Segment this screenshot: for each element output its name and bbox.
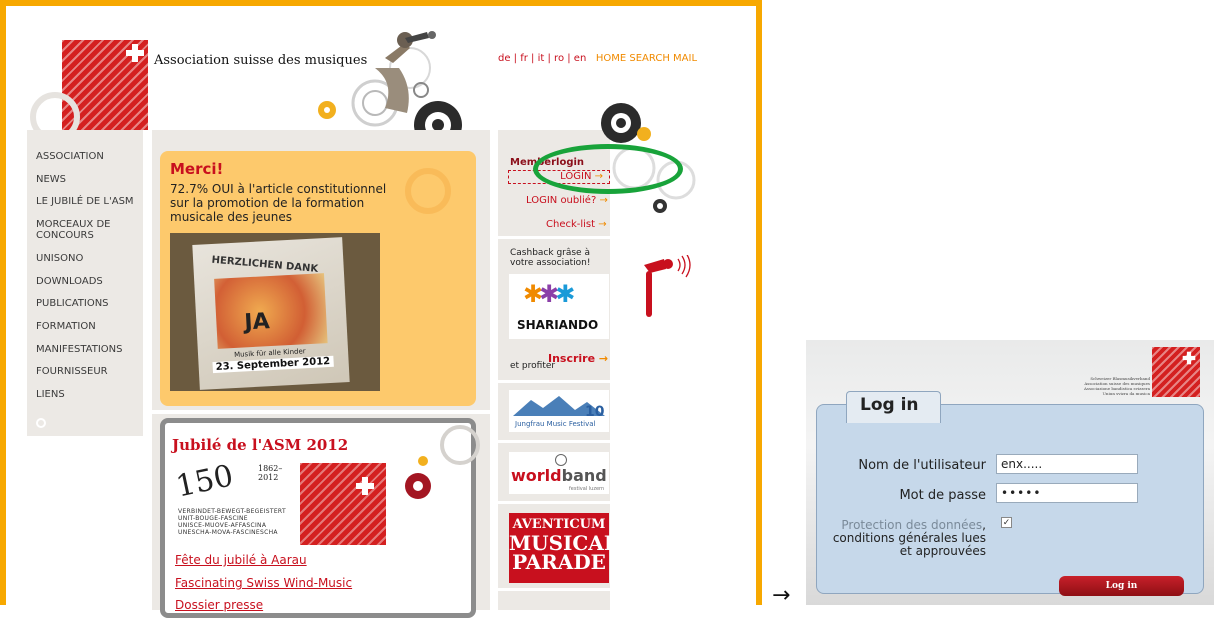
decorative-disc-icon: [405, 168, 451, 214]
bag-artwork: [214, 273, 328, 349]
checklist-link[interactable]: Check-list →: [546, 219, 607, 230]
home-link[interactable]: HOME: [596, 53, 626, 64]
column-divider: [498, 588, 610, 591]
link-dossier-presse[interactable]: Dossier presse: [175, 598, 263, 612]
privacy-label: Protection des données, conditions génér…: [832, 519, 986, 558]
password-label: Mot de passe: [899, 488, 986, 503]
password-input[interactable]: •••••: [996, 483, 1138, 503]
worldband-part-b: band: [561, 466, 607, 485]
arrow-right-icon: →: [598, 219, 607, 230]
thank-you-photo[interactable]: HERZLICHEN DANK JA Musik für alle Kinder…: [170, 233, 380, 391]
photo-date-text: 23. September 2012: [212, 355, 334, 374]
nav-news[interactable]: NEWS: [36, 174, 66, 185]
motto-line: UNISCE-MUOVE-AFFASCINA: [178, 522, 267, 529]
jungfrau-number: 10: [585, 404, 605, 420]
nav-liens[interactable]: LIENS: [36, 389, 65, 400]
jubilee-swiss-logo: [300, 463, 386, 545]
highlight-ellipse: [533, 144, 683, 194]
privacy-muted-text: Protection des données: [841, 518, 983, 532]
jubilee-mottos: VERBINDET-BEWEGT-BEGEISTERT UNIT-BOUGE-F…: [178, 508, 286, 536]
column-divider: [152, 410, 490, 414]
login-title: Log in: [860, 395, 919, 415]
column-divider: [498, 380, 610, 383]
privacy-checkbox[interactable]: ✓: [1001, 517, 1012, 528]
motto-line: UNIT-BOUGE-FASCINE: [178, 515, 248, 522]
nav-downloads[interactable]: DOWNLOADS: [36, 276, 103, 287]
worldband-name: worldband: [511, 466, 607, 485]
language-bar: de | fr | it | ro | en HOME SEARCH MAIL: [498, 53, 698, 64]
nav-morceaux-de-concours[interactable]: MORCEAUX DE CONCOURS: [36, 219, 132, 241]
forgot-login-label: LOGIN oublié?: [526, 195, 597, 206]
arrow-right-icon: →: [598, 352, 609, 365]
search-link[interactable]: SEARCH: [629, 53, 669, 64]
inscrire-link[interactable]: Inscrire →: [548, 352, 608, 365]
jungfrau-banner[interactable]: 10 Jungfrau Music Festival: [509, 390, 609, 432]
lang-fr[interactable]: fr: [520, 53, 528, 64]
lang-it[interactable]: it: [538, 53, 545, 64]
nav-fournisseur[interactable]: FOURNISSEUR: [36, 366, 108, 377]
decorative-disc-icon: [440, 425, 480, 465]
swiss-cross-icon: [1181, 350, 1196, 365]
nav-unisono[interactable]: UNISONO: [36, 253, 83, 264]
yellow-disc-icon: [418, 456, 428, 466]
photo-header-text: HERZLICHEN DANK: [211, 254, 319, 275]
jubilee-logo[interactable]: 150 1862–2012 VERBINDET-BEWEGT-BEGEISTER…: [170, 458, 300, 545]
profit-text: et profiter: [510, 361, 556, 371]
jubilee-number: 150: [172, 458, 237, 505]
lang-de[interactable]: de: [498, 53, 511, 64]
link-fete-jubile[interactable]: Fête du jubilé à Aarau: [175, 553, 307, 567]
nav-manifestations[interactable]: MANIFESTATIONS: [36, 344, 122, 355]
username-label: Nom de l'utilisateur: [858, 458, 986, 473]
cashback-text: Cashback grâse à votre association!: [510, 248, 591, 268]
lang-ro[interactable]: ro: [554, 53, 564, 64]
login-submit-button[interactable]: Log in: [1059, 576, 1184, 596]
aventicum-line: PARADE: [512, 550, 606, 574]
trumpet-figure-icon: [644, 255, 691, 317]
swiss-cross-icon: [354, 475, 376, 497]
column-divider: [498, 236, 610, 239]
trumpet-player-illustration: [318, 31, 462, 143]
nav-formation[interactable]: FORMATION: [36, 321, 96, 332]
nav-publications[interactable]: PUBLICATIONS: [36, 298, 109, 309]
photo-ja-text: JA: [243, 309, 271, 336]
swiss-cross-icon: [124, 42, 146, 64]
transition-arrow: →: [772, 583, 791, 608]
username-input[interactable]: enx.....: [996, 454, 1138, 474]
jungfrau-name: Jungfrau Music Festival: [515, 420, 596, 428]
nav-association[interactable]: ASSOCIATION: [36, 151, 104, 162]
worldband-part-a: world: [511, 466, 562, 485]
dialog-swiss-logo: [1152, 347, 1200, 397]
nav-jubile[interactable]: LE JUBILÉ DE L'ASM: [36, 196, 134, 207]
lang-en[interactable]: en: [574, 53, 587, 64]
nav-bullet-icon: [36, 418, 46, 428]
motto-line: UNESCHA-MOVA-FASCINESCHA: [178, 529, 278, 536]
column-divider: [498, 440, 610, 443]
red-disc-center-icon: [413, 481, 423, 491]
brand-line: Uniun svizra da musica: [1102, 391, 1150, 396]
globe-icon: [555, 454, 567, 466]
campaign-bag: HERZLICHEN DANK JA Musik für alle Kinder…: [192, 237, 350, 390]
link-fascinating-swiss[interactable]: Fascinating Swiss Wind-Music: [175, 576, 352, 590]
shariando-name: SHARIANDO: [517, 318, 599, 332]
aventicum-banner[interactable]: AVENTICUM MUSICAL PARADE: [509, 513, 618, 583]
jubilee-years: 1862–2012: [258, 464, 283, 482]
worldband-banner[interactable]: worldband festival luzern: [509, 452, 609, 494]
merci-title: Merci!: [170, 160, 224, 178]
column-divider: [498, 501, 610, 504]
merci-text: 72.7% OUI à l'article constitutionnel su…: [170, 182, 387, 224]
checklist-label: Check-list: [546, 219, 596, 230]
people-icon: ✱✱✱: [523, 280, 575, 308]
dialog-brand-text: Schweizer Blasmusikverband Association s…: [1060, 376, 1150, 396]
shariando-banner[interactable]: ✱✱✱ SHARIANDO: [509, 274, 609, 339]
mail-link[interactable]: MAIL: [673, 53, 697, 64]
worldband-sub: festival luzern: [569, 486, 605, 492]
left-navigation: ASSOCIATION NEWS LE JUBILÉ DE L'ASM MORC…: [27, 130, 143, 436]
motto-line: VERBINDET-BEWEGT-BEGEISTERT: [178, 508, 286, 515]
jubilee-title: Jubilé de l'ASM 2012: [172, 436, 349, 454]
